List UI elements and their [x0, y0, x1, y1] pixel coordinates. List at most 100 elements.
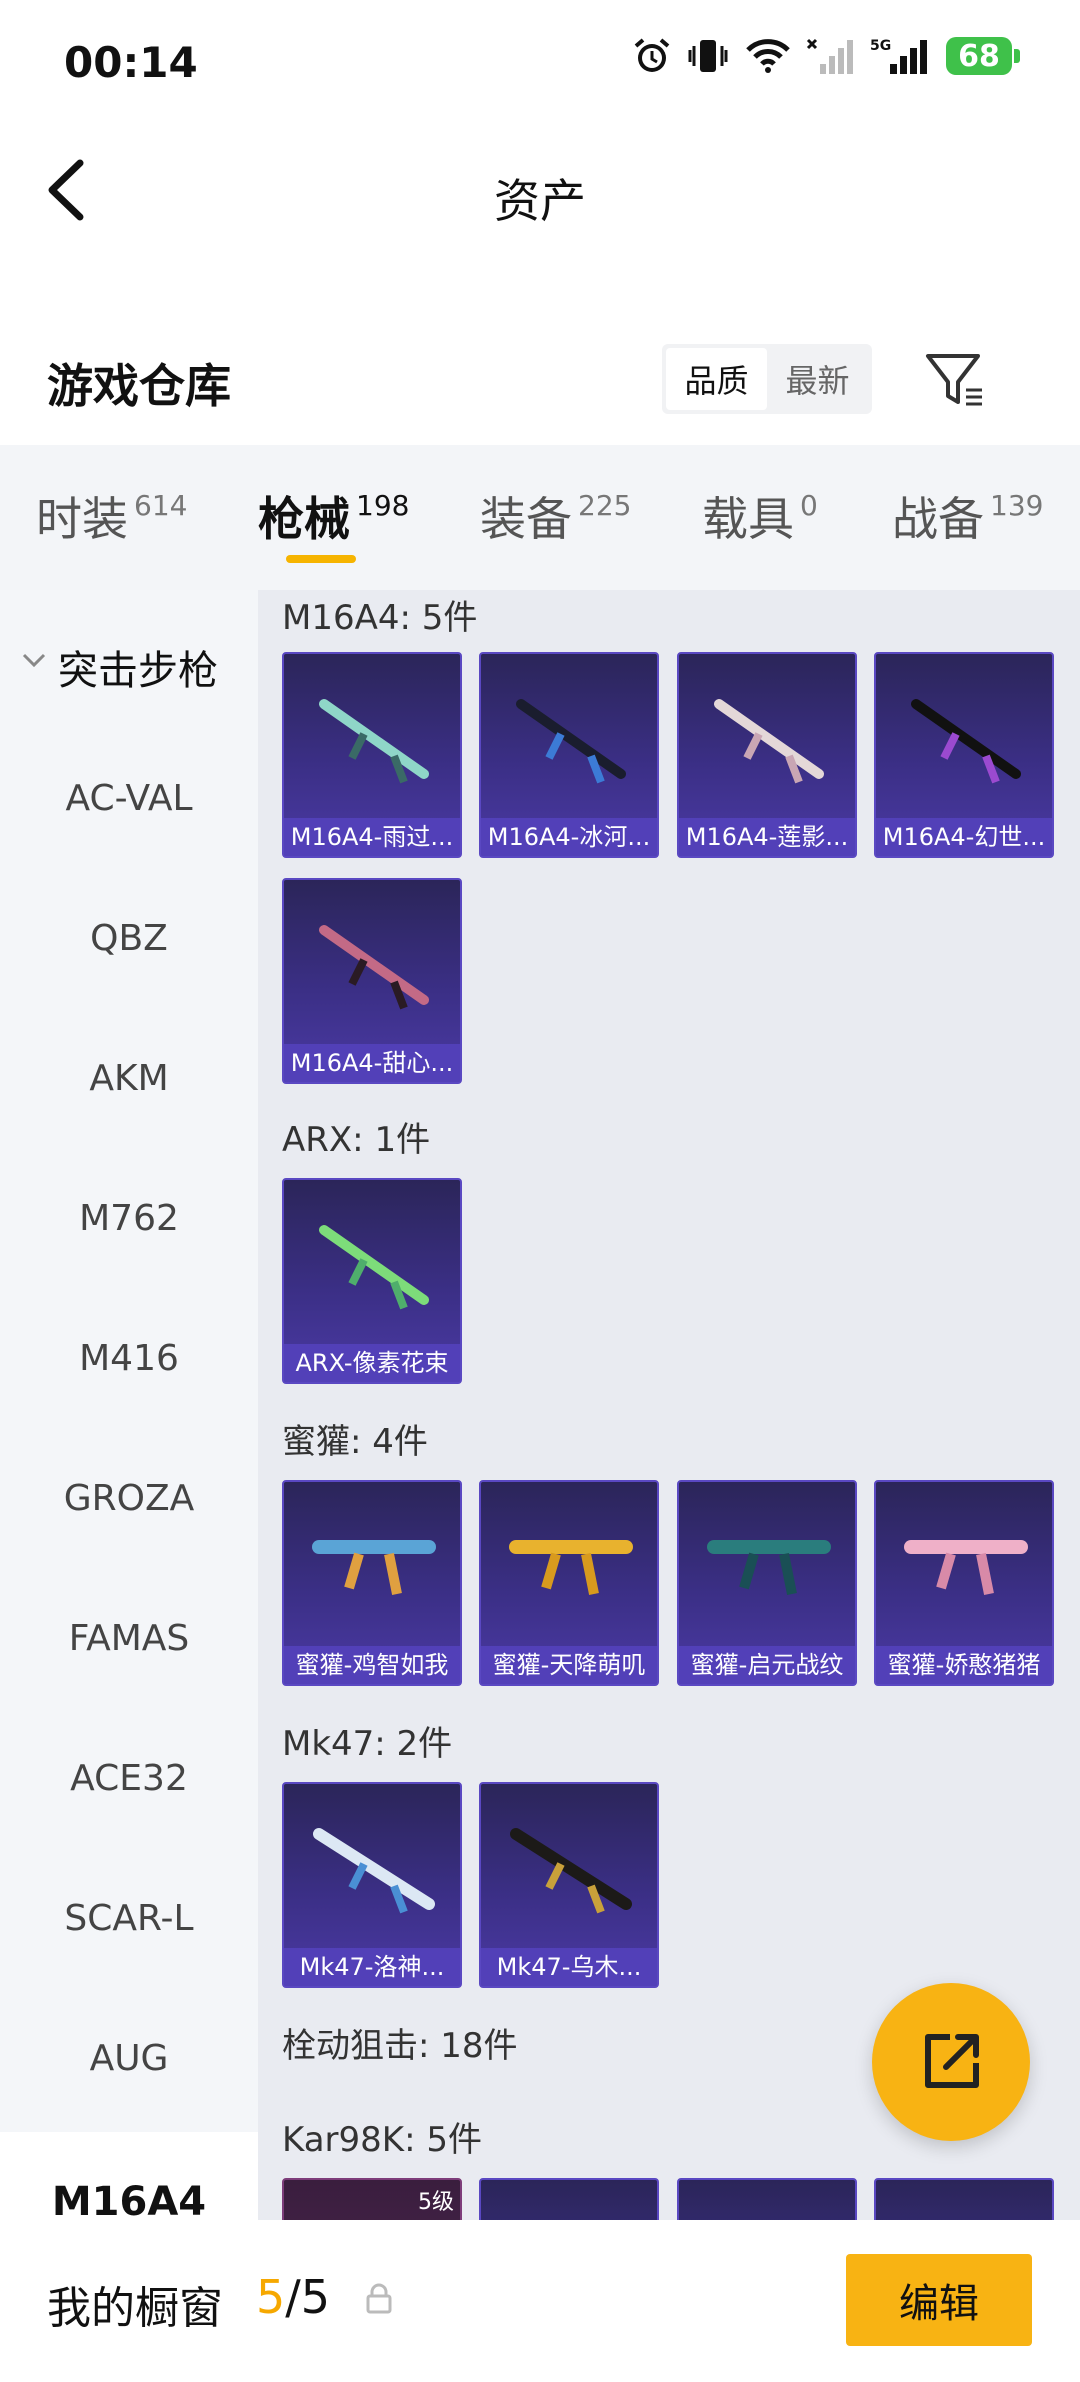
- signal-empty-icon: [806, 38, 853, 74]
- weapon-card[interactable]: M16A4-甜心...: [282, 878, 462, 1084]
- tab-count: 225: [578, 489, 632, 522]
- showcase-count: 5/5: [256, 2270, 330, 2324]
- svg-text:5G: 5G: [870, 38, 891, 54]
- weapon-card-caption: M16A4-幻世...: [876, 818, 1052, 856]
- sidebar-item-m416[interactable]: M416: [0, 1338, 258, 1379]
- showcase-label: 我的橱窗: [47, 2283, 223, 2334]
- tab-equipment[interactable]: 装备 225: [480, 483, 631, 549]
- rifle-icon: [714, 699, 824, 784]
- weapon-card-caption: M16A4-莲影...: [679, 818, 855, 856]
- tab-count: 614: [134, 489, 188, 522]
- tab-vehicles[interactable]: 载具 0: [702, 483, 818, 549]
- group-label-kar98k: Kar98K: 5件: [282, 2120, 482, 2160]
- warehouse-header: 游戏仓库 品质 最新: [0, 310, 1080, 440]
- active-tab-indicator: [286, 555, 356, 563]
- app-root: 00:14 5G 68 资产 游戏仓库 品质 最新 时装 614 枪械 198 …: [0, 0, 1080, 2382]
- category-tabs: 时装 614 枪械 198 装备 225 载具 0 战备 139: [0, 445, 1080, 590]
- rifle-icon: [510, 1828, 632, 1914]
- showcase-total: /5: [285, 2270, 331, 2324]
- sidebar-item-qbz[interactable]: QBZ: [0, 918, 258, 959]
- alarm-icon: [634, 38, 670, 72]
- weapon-card[interactable]: M16A4-冰河...: [479, 652, 659, 858]
- sort-toggle: 品质 最新: [662, 344, 872, 414]
- weapon-card[interactable]: Mk47-洛神...: [282, 1782, 462, 1988]
- rifle-icon: [319, 699, 429, 784]
- group-label-bolt-action: 栓动狙击: 18件: [282, 2026, 518, 2066]
- chevron-down-icon: [22, 653, 46, 668]
- weapon-card[interactable]: [874, 2178, 1054, 2220]
- rifle-icon: [313, 1828, 435, 1914]
- tab-label: 枪械: [258, 492, 350, 546]
- sidebar-item-ac-val[interactable]: AC-VAL: [0, 778, 258, 819]
- share-button[interactable]: [872, 1983, 1030, 2141]
- smg-icon: [312, 1540, 436, 1595]
- tab-label: 装备: [480, 492, 572, 546]
- tab-fashion[interactable]: 时装 614: [36, 483, 187, 549]
- weapon-card-caption: Mk47-洛神...: [284, 1948, 460, 1986]
- tab-count: 198: [356, 489, 410, 522]
- weapon-card[interactable]: [479, 2178, 659, 2220]
- filter-icon[interactable]: [922, 346, 988, 412]
- weapon-card-caption: 蜜獾-启元战纹: [679, 1646, 855, 1684]
- sort-quality-button[interactable]: 品质: [666, 348, 767, 410]
- vibrate-icon: [688, 40, 728, 72]
- smg-icon: [904, 1540, 1028, 1595]
- weapon-card[interactable]: Mk47-乌木...: [479, 1782, 659, 1988]
- tab-supplies[interactable]: 战备 139: [892, 483, 1043, 549]
- battery-icon: 68: [946, 37, 1020, 75]
- smg-icon: [707, 1540, 831, 1595]
- weapon-card[interactable]: [677, 2178, 857, 2220]
- sidebar-item-groza[interactable]: GROZA: [0, 1478, 258, 1519]
- tab-label: 载具: [702, 492, 794, 546]
- weapon-sidebar: 突击步枪 AC-VAL QBZ AKM M762 M416 GROZA FAMA…: [0, 590, 258, 2232]
- sort-newest-button[interactable]: 最新: [767, 348, 868, 410]
- weapon-card-caption: M16A4-雨过...: [284, 818, 460, 856]
- warehouse-title: 游戏仓库: [47, 359, 231, 413]
- wifi-icon: [746, 39, 790, 73]
- page-title: 资产: [494, 174, 586, 228]
- sidebar-item-aug[interactable]: AUG: [0, 2038, 258, 2079]
- sidebar-item-famas[interactable]: FAMAS: [0, 1618, 258, 1659]
- weapon-card[interactable]: 蜜獾-娇憨猪猪: [874, 1480, 1054, 1686]
- tab-label: 战备: [892, 492, 984, 546]
- nav-bar: 资产: [0, 125, 1080, 260]
- rifle-icon: [516, 699, 626, 784]
- sidebar-item-m16a4[interactable]: M16A4: [0, 2132, 258, 2232]
- sidebar-item-m762[interactable]: M762: [0, 1198, 258, 1239]
- weapon-card-caption: 蜜獾-鸡智如我: [284, 1646, 460, 1684]
- tab-count: 139: [990, 489, 1044, 522]
- weapon-card-caption: Mk47-乌木...: [481, 1948, 657, 1986]
- status-icons: 5G 68: [632, 36, 1020, 76]
- weapon-card[interactable]: M16A4-幻世...: [874, 652, 1054, 858]
- weapon-card-caption: ARX-像素花束: [284, 1344, 460, 1382]
- weapon-card[interactable]: 蜜獾-天降萌叽: [479, 1480, 659, 1686]
- weapon-card[interactable]: 5级: [282, 2178, 462, 2220]
- weapon-card[interactable]: M16A4-莲影...: [677, 652, 857, 858]
- status-time: 00:14: [64, 38, 198, 87]
- battery-level: 68: [946, 37, 1012, 75]
- weapon-card-caption: M16A4-甜心...: [284, 1044, 460, 1082]
- weapon-card[interactable]: 蜜獾-鸡智如我: [282, 1480, 462, 1686]
- weapon-card[interactable]: ARX-像素花束: [282, 1178, 462, 1384]
- sidebar-item-ace32[interactable]: ACE32: [0, 1758, 258, 1799]
- tab-guns[interactable]: 枪械 198: [258, 483, 409, 549]
- status-bar: 00:14 5G 68: [0, 0, 1080, 125]
- rifle-icon: [911, 699, 1021, 784]
- showcase-bar: 我的橱窗 5/5 编辑: [0, 2220, 1080, 2382]
- smg-icon: [509, 1540, 633, 1595]
- sidebar-item-akm[interactable]: AKM: [0, 1058, 258, 1099]
- lock-icon: [366, 2283, 392, 2314]
- group-label-mk47: Mk47: 2件: [282, 1724, 453, 1764]
- weapon-grid: M16A4: 5件 M16A4-雨过... M16A4-冰河... M16A4-…: [258, 590, 1080, 2220]
- rifle-icon: [319, 925, 429, 1010]
- showcase-current: 5: [256, 2270, 286, 2324]
- group-label-m16a4: M16A4: 5件: [282, 598, 478, 638]
- sidebar-category-assault-rifle[interactable]: 突击步枪: [0, 638, 258, 696]
- edit-button[interactable]: 编辑: [846, 2254, 1032, 2346]
- weapon-card[interactable]: 蜜獾-启元战纹: [677, 1480, 857, 1686]
- sidebar-item-scar-l[interactable]: SCAR-L: [0, 1898, 258, 1939]
- tab-count: 0: [800, 489, 818, 522]
- rifle-icon: [319, 1225, 429, 1310]
- weapon-card[interactable]: M16A4-雨过...: [282, 652, 462, 858]
- signal-5g-icon: 5G: [870, 38, 927, 74]
